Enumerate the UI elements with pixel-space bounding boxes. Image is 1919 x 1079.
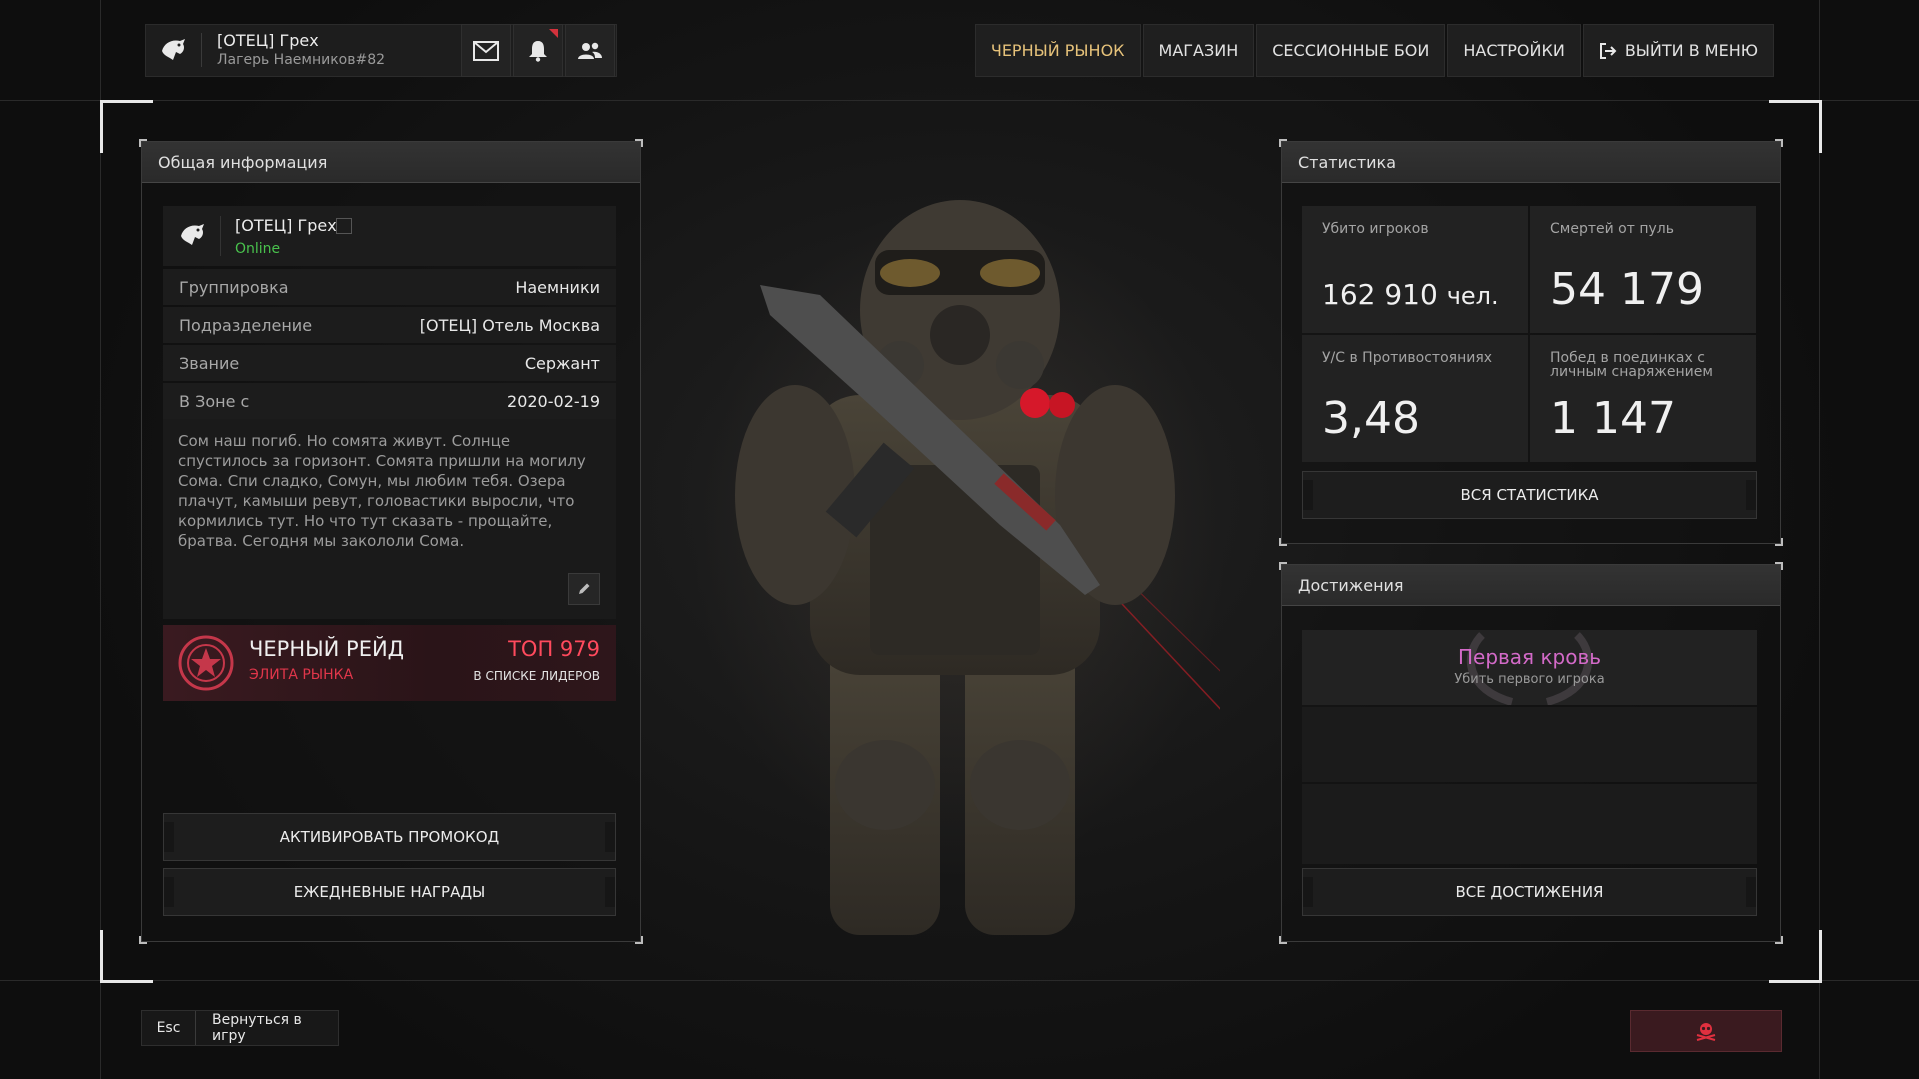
panel-corner [139,139,147,147]
faction-logo-icon [181,224,204,245]
skull-icon [1696,1023,1716,1041]
stat-value: 54 179 [1550,264,1704,315]
info-key: Звание [179,353,240,373]
raid-rank: ТОП 979 [508,637,600,661]
back-to-game-label: Вернуться в игру [212,1012,302,1044]
stat-players-killed: Убито игроков 162 910 чел. [1302,206,1528,333]
stat-label: Смертей от пуль [1550,221,1674,237]
tab-black-market[interactable]: ЧЕРНЫЙ РЫНОК [974,24,1141,77]
faction-logo-icon [162,39,185,60]
mail-button[interactable] [461,24,511,77]
achievement-desc: Убить первого игрока [1454,672,1605,687]
bio-box: Сом наш погиб. Но сомята живут. Солнце с… [163,419,616,619]
player-name: [ОТЕЦ] Грех [217,31,319,50]
player-camp: Лагерь Наемников#82 [217,52,386,68]
exit-to-menu-button[interactable]: ВЫЙТИ В МЕНЮ [1582,24,1774,77]
stat-number: 162 910 [1322,278,1438,311]
activate-promo-button[interactable]: АКТИВИРОВАТЬ ПРОМОКОД [163,813,616,861]
stat-value: 1 147 [1550,393,1676,444]
skull-button[interactable] [1630,1010,1782,1052]
stat-kd-ratio: У/С в Противостояниях 3,48 [1302,335,1528,462]
achievements-title: Достижения [1282,565,1780,606]
panel-corner [1775,139,1783,147]
separator [220,216,221,256]
raid-subtitle: ЭЛИТА РЫНКА [249,667,354,683]
panel-corner [1279,538,1287,546]
stat-value: 3,48 [1322,393,1420,444]
tab-shop[interactable]: МАГАЗИН [1142,24,1255,77]
info-key: В Зоне с [179,391,250,411]
exit-to-menu-label: ВЫЙТИ В МЕНЮ [1624,41,1758,60]
general-info-title: Общая информация [142,142,640,183]
frame-line-bottom [0,980,1919,981]
separator [201,33,202,67]
achievement-slot-empty [1302,784,1757,864]
pencil-icon [579,583,590,594]
logout-icon [1599,42,1617,59]
mail-icon [473,40,499,61]
info-key: Группировка [179,277,289,297]
info-row-zone-since: В Зоне с 2020-02-19 [163,383,616,419]
frame-line-top [0,100,1919,101]
edit-bio-button[interactable] [568,573,600,605]
bell-icon [529,40,547,62]
panel-corner [139,936,147,944]
all-achievements-button[interactable]: ВСЕ ДОСТИЖЕНИЯ [1302,868,1757,916]
all-statistics-button[interactable]: ВСЯ СТАТИСТИКА [1302,471,1757,519]
info-value: 2020-02-19 [507,391,600,411]
info-value: [ОТЕЦ] Отель Москва [419,315,600,335]
frame-line-right [1819,0,1820,1079]
panel-corner [1775,562,1783,570]
achievement-title: Первая кровь [1457,645,1602,669]
panel-corner [1279,562,1287,570]
raid-emblem-icon [178,635,234,691]
raid-title: ЧЕРНЫЙ РЕЙД [249,637,405,661]
user-name: [ОТЕЦ] Грех [235,216,337,235]
panel-corner [635,139,643,147]
friends-button[interactable] [565,24,615,77]
panel-corner [1279,139,1287,147]
frame-line-left [100,0,101,1079]
tab-settings[interactable]: НАСТРОЙКИ [1447,24,1581,77]
stat-duel-wins: Побед в поединках с личным снаряжением 1… [1530,335,1756,462]
black-raid-banner[interactable]: ЧЕРНЫЙ РЕЙД ЭЛИТА РЫНКА ТОП 979 В СПИСКЕ… [163,625,616,701]
achievement-first-blood[interactable]: Первая кровь Убить первого игрока [1302,630,1757,705]
notification-badge [549,29,558,38]
info-row-rank: Звание Сержант [163,345,616,381]
tab-session-battles[interactable]: СЕССИОННЫЕ БОИ [1256,24,1446,77]
back-to-game-button[interactable]: Esc Вернуться в игру [141,1010,339,1046]
daily-rewards-button[interactable]: ЕЖЕДНЕВНЫЕ НАГРАДЫ [163,868,616,916]
stat-label: Убито игроков [1322,221,1429,237]
info-row-division: Подразделение [ОТЕЦ] Отель Москва [163,307,616,343]
all-statistics-label: ВСЯ СТАТИСТИКА [1460,486,1599,504]
character-model [735,200,1220,935]
panel-corner [635,936,643,944]
info-value: Наемники [515,277,600,297]
bio-text: Сом наш погиб. Но сомята живут. Солнце с… [178,432,586,550]
top-navigation: ЧЕРНЫЙ РЫНОК МАГАЗИН СЕССИОННЫЕ БОИ НАСТ… [974,24,1774,77]
statistics-title: Статистика [1282,142,1780,183]
notifications-button[interactable] [513,24,563,77]
user-card: [ОТЕЦ] Грех Online [163,206,616,266]
daily-rewards-label: ЕЖЕДНЕВНЫЕ НАГРАДЫ [293,883,486,901]
stat-value: 162 910 чел. [1322,278,1499,311]
stat-unit: чел. [1446,282,1499,310]
info-row-faction: Группировка Наемники [163,269,616,305]
online-status: Online [235,241,281,257]
all-achievements-label: ВСЕ ДОСТИЖЕНИЯ [1455,883,1604,901]
stat-label: У/С в Противостояниях [1322,350,1493,366]
info-value: Сержант [524,353,600,373]
copy-name-icon[interactable] [336,218,352,234]
achievement-slot-empty [1302,707,1757,782]
info-key: Подразделение [179,315,313,335]
raid-rank-caption: В СПИСКЕ ЛИДЕРОВ [473,669,600,683]
panel-corner [1775,936,1783,944]
friends-icon [578,42,602,59]
stat-label: Побед в поединках с личным снаряжением [1550,350,1713,380]
panel-corner [1279,936,1287,944]
activate-promo-label: АКТИВИРОВАТЬ ПРОМОКОД [279,828,500,846]
esc-key-hint: Esc [142,1011,196,1045]
panel-corner [1775,538,1783,546]
stat-bullet-deaths: Смертей от пуль 54 179 [1530,206,1756,333]
